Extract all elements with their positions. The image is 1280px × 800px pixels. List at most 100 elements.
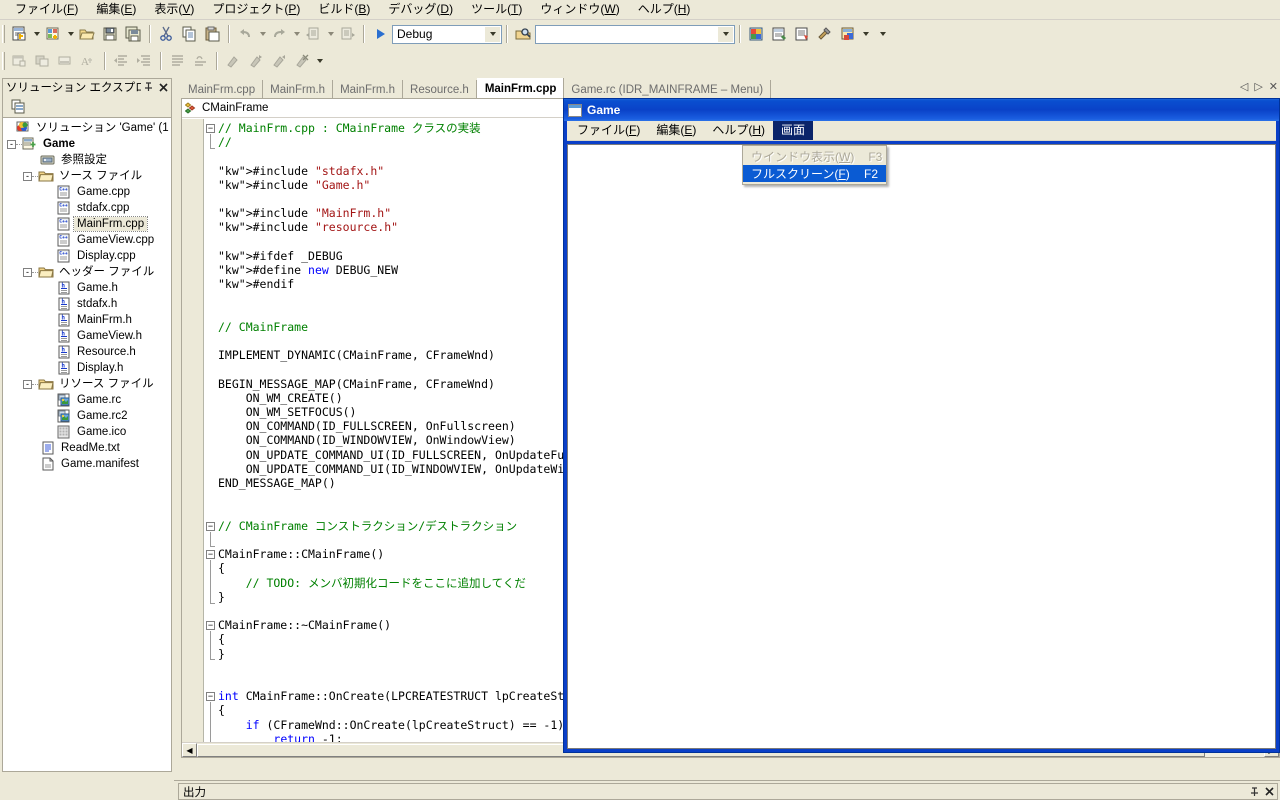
tree-node-game.ico[interactable]: Game.ico [3,424,171,440]
tree-node-resource.h[interactable]: h Resource.h [3,344,171,360]
bookmark-next-icon[interactable] [245,50,268,72]
editor-tab-0[interactable]: MainFrm.cpp [181,80,264,98]
game-client-area[interactable] [567,144,1276,749]
game-menu-item-2[interactable]: ヘルプ(H) [704,121,773,140]
game-menu-item-1[interactable]: 編集(E) [648,121,704,140]
tree-node-mainfrm.h[interactable]: h MainFrm.h [3,312,171,328]
tab-next-icon[interactable]: ▷ [1254,80,1262,93]
indent-icon[interactable] [133,50,156,72]
new-item-dropdown[interactable] [31,23,42,45]
undo-icon[interactable] [234,23,257,45]
undo-dropdown[interactable] [257,23,268,45]
font-icon[interactable]: A [77,50,100,72]
properties-window-icon[interactable] [768,23,791,45]
menu-item-1[interactable]: 編集(E) [87,0,145,19]
chevron-down-icon[interactable] [718,26,733,42]
tree-node-display.h[interactable]: h Display.h [3,360,171,376]
fold-collapse-icon[interactable]: − [206,521,215,531]
save-icon[interactable] [99,23,122,45]
tree-node-mainfrm.cpp[interactable]: C++ MainFrm.cpp [3,216,171,232]
editor-tab-1[interactable]: MainFrm.h [263,80,334,98]
game-dropdown-item-1[interactable]: フルスクリーン(F) F2 [743,165,886,182]
solution-explorer-icon[interactable] [745,23,768,45]
outdent-icon[interactable] [110,50,133,72]
class-view-icon[interactable] [791,23,814,45]
tree-node-----[interactable]: 参照設定 [3,152,171,168]
new-project-icon[interactable] [42,23,65,45]
new-toolbar-icon[interactable] [54,50,77,72]
game-dropdown-item-0[interactable]: ウインドウ表示(W) F3 [743,148,886,165]
tree-node-stdafx.cpp[interactable]: C++ stdafx.cpp [3,200,171,216]
scroll-left-arrow-icon[interactable]: ◀ [182,743,197,757]
menu-item-2[interactable]: 表示(V) [145,0,203,19]
tree-node-readme.txt[interactable]: ReadMe.txt [3,440,171,456]
editor-fold-margin[interactable]: − − − − − [204,119,218,757]
cut-icon[interactable] [155,23,178,45]
tree-node-game.manifest[interactable]: Game.manifest [3,456,171,472]
menu-item-5[interactable]: デバッグ(D) [379,0,462,19]
tree-node-stdafx.h[interactable]: h stdafx.h [3,296,171,312]
navigate-forward-icon[interactable] [336,23,359,45]
tree-node-game[interactable]: - Game [3,136,171,152]
close-icon[interactable] [1262,784,1277,799]
game-screen-menu-dropdown[interactable]: ウインドウ表示(W) F3 フルスクリーン(F) F2 [742,145,887,185]
show-all-files-icon[interactable] [7,95,30,117]
navigate-back-icon[interactable] [302,23,325,45]
new-dialog-icon[interactable] [8,50,31,72]
copy-icon[interactable] [178,23,201,45]
toolbar-overflow-dropdown[interactable] [860,23,871,45]
game-application-window[interactable]: Game ファイル(F) 編集(E) ヘルプ(H) 画面 [563,98,1280,753]
game-menu-item-3[interactable]: 画面 [773,121,814,140]
menu-item-7[interactable]: ウィンドウ(W) [531,0,628,19]
bookmark-clear-icon[interactable] [291,50,314,72]
new-item-icon[interactable] [8,23,31,45]
uncomment-icon[interactable] [189,50,212,72]
resource-view-icon[interactable] [837,23,860,45]
new-control-icon[interactable] [31,50,54,72]
pin-icon[interactable] [141,80,156,95]
text-toolbar-overflow-dropdown[interactable] [314,50,325,72]
redo-icon[interactable] [268,23,291,45]
fold-collapse-icon[interactable]: − [206,621,215,630]
tree-node-game.h[interactable]: h Game.h [3,280,171,296]
find-combo[interactable] [535,24,735,44]
chevron-down-icon[interactable] [485,26,500,42]
paste-icon[interactable] [201,23,224,45]
tree-node---------[interactable]: - ソース ファイル [3,168,171,184]
tree-expander[interactable]: - [23,379,32,389]
tree-root-solution[interactable]: ソリューション 'Game' (1 プロジ… [3,120,171,136]
menu-item-4[interactable]: ビルド(B) [309,0,379,19]
editor-tab-3[interactable]: Resource.h [403,80,477,98]
tree-node-game.rc2[interactable]: Game.rc2 [3,408,171,424]
menu-item-8[interactable]: ヘルプ(H) [629,0,700,19]
bookmark-toggle-icon[interactable] [222,50,245,72]
new-project-dropdown[interactable] [65,23,76,45]
editor-tab-5[interactable]: Game.rc (IDR_MAINFRAME – Menu) [564,80,772,98]
game-window-titlebar[interactable]: Game [564,99,1279,121]
start-debug-icon[interactable] [369,23,392,45]
tree-node-display.cpp[interactable]: C++ Display.cpp [3,248,171,264]
menu-item-0[interactable]: ファイル(F) [6,0,87,19]
game-menu-item-0[interactable]: ファイル(F) [569,121,648,140]
editor-tab-4[interactable]: MainFrm.cpp [476,78,565,98]
tree-node-game.rc[interactable]: Game.rc [3,392,171,408]
bookmark-prev-icon[interactable] [268,50,291,72]
tree-node-game.cpp[interactable]: C++ Game.cpp [3,184,171,200]
tree-expander[interactable]: - [23,267,32,277]
toolbox-icon[interactable] [814,23,837,45]
comment-icon[interactable] [166,50,189,72]
pin-icon[interactable] [1247,784,1262,799]
tree-expander[interactable]: - [7,139,16,149]
tab-close-icon[interactable]: ✕ [1269,80,1278,93]
tree-expander[interactable]: - [23,171,32,181]
tab-prev-icon[interactable]: ◁ [1240,80,1248,93]
solution-explorer-tree[interactable]: ソリューション 'Game' (1 プロジ… - Game 参照設定 - ソース ファイル… [2,117,172,772]
tree-node-gameview.cpp[interactable]: C++ GameView.cpp [3,232,171,248]
source-code-text[interactable]: // MainFrm.cpp : CMainFrame クラスの実装 // "k… [218,121,571,746]
menu-item-3[interactable]: プロジェクト(P) [203,0,309,19]
close-icon[interactable] [156,80,171,95]
fold-collapse-icon[interactable]: − [206,692,215,701]
menu-item-6[interactable]: ツール(T) [462,0,531,19]
toolbar-options-dropdown[interactable] [877,23,888,45]
tree-node----------[interactable]: - リソース ファイル [3,376,171,392]
